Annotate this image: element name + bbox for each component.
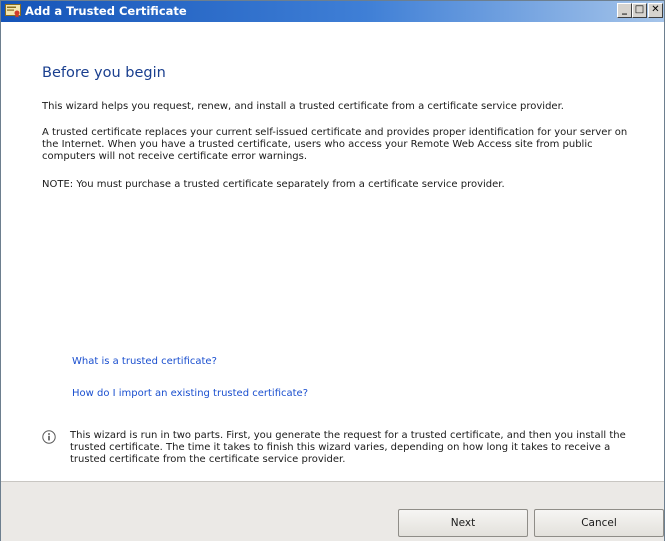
note-paragraph: NOTE: You must purchase a trusted certif… (42, 179, 505, 190)
next-button[interactable]: Next (398, 509, 528, 537)
maximize-button[interactable]: □ (632, 3, 647, 18)
intro-paragraph: This wizard helps you request, renew, an… (42, 101, 564, 112)
minimize-button[interactable]: _ (617, 3, 632, 18)
wizard-footer: Next Cancel (1, 481, 664, 541)
wizard-content: Before you begin This wizard helps you r… (1, 23, 664, 481)
close-button[interactable]: ✕ (648, 3, 663, 18)
window-title: Add a Trusted Certificate (25, 4, 187, 18)
title-bar[interactable]: Add a Trusted Certificate _ □ ✕ (1, 1, 664, 22)
info-icon (42, 430, 56, 444)
page-title: Before you begin (42, 65, 166, 81)
import-existing-certificate-link[interactable]: How do I import an existing trusted cert… (72, 388, 308, 399)
certificate-icon (5, 4, 21, 18)
cancel-button[interactable]: Cancel (534, 509, 664, 537)
what-is-trusted-certificate-link[interactable]: What is a trusted certificate? (72, 356, 217, 367)
description-paragraph: A trusted certificate replaces your curr… (42, 127, 628, 162)
info-message: This wizard is run in two parts. First, … (70, 430, 626, 465)
wizard-window: Add a Trusted Certificate _ □ ✕ Before y… (0, 0, 665, 541)
